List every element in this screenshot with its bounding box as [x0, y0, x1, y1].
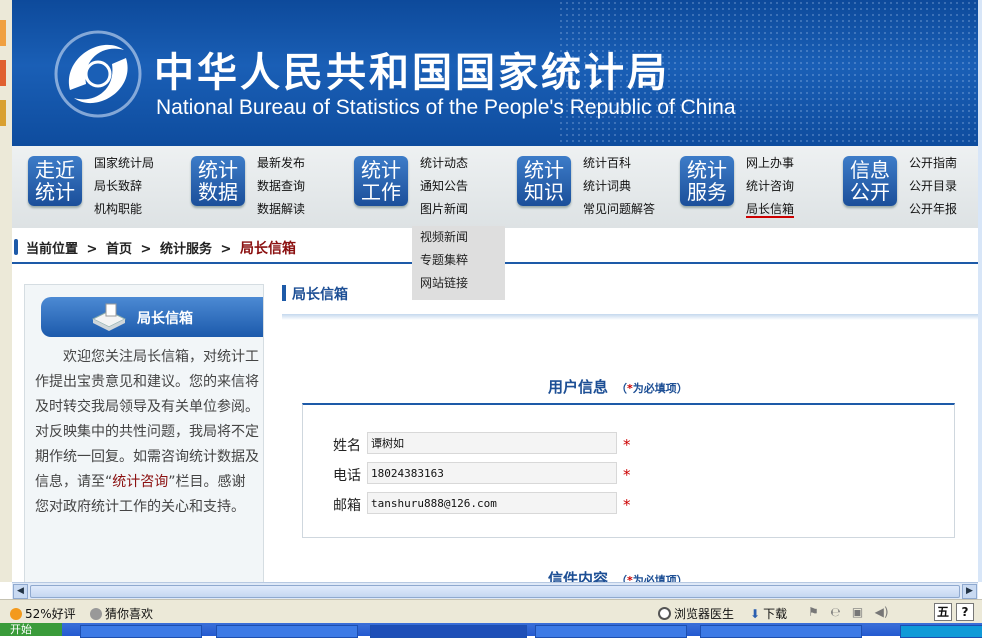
orange-icon: [10, 608, 22, 620]
help-icon[interactable]: ?: [956, 603, 974, 621]
breadcrumb-home[interactable]: 首页: [106, 242, 132, 257]
download-icon: ⬇: [750, 607, 761, 621]
email-label: 邮箱: [333, 498, 361, 514]
scroll-right-icon[interactable]: ▶: [962, 584, 977, 599]
horizontal-scrollbar[interactable]: ◀ ▶: [12, 582, 978, 600]
main-section-header: 局长信箱: [282, 280, 978, 320]
name-label: 姓名: [333, 438, 361, 454]
nav-link[interactable]: 统计动态: [420, 154, 468, 177]
mailbox-icon: [91, 303, 127, 331]
user-info-form: 姓名 谭树如 * 电话 18024383163 * 邮箱 tanshuru888…: [302, 403, 955, 538]
desktop-tab: [0, 100, 6, 126]
desktop-tab: [0, 20, 6, 46]
nav-box-knowledge[interactable]: 统计 知识: [517, 156, 571, 206]
nav-dropdown-menu: 视频新闻 专题集粹 网站链接: [412, 226, 505, 300]
dropdown-item[interactable]: 视频新闻: [412, 226, 505, 249]
site-header-banner: 中华人民共和国国家统计局 National Bureau of Statisti…: [12, 0, 978, 146]
nav-link[interactable]: 公开年报: [909, 200, 957, 223]
nav-link[interactable]: 通知公告: [420, 177, 468, 200]
nav-link[interactable]: 网上办事: [746, 154, 794, 177]
nav-link[interactable]: 数据查询: [257, 177, 305, 200]
taskbar-button[interactable]: [370, 625, 527, 638]
doctor-icon: [658, 607, 671, 620]
dropdown-item[interactable]: 专题集粹: [412, 249, 505, 272]
breadcrumb-label: 当前位置: [26, 242, 79, 257]
nav-box-about[interactable]: 走近 统计: [28, 156, 82, 206]
panel-header: 局长信箱: [41, 297, 263, 337]
site-title-english: National Bureau of Statistics of the Peo…: [156, 96, 736, 119]
nav-box-data[interactable]: 统计 数据: [191, 156, 245, 206]
nbs-logo-icon: [54, 30, 142, 118]
nav-link[interactable]: 国家统计局: [94, 154, 154, 177]
consult-link[interactable]: 统计咨询: [112, 474, 168, 490]
browser-status-bar: 52%好评 猜你喜欢 浏览器医生 ⬇ 下载 ⚑ ℮ ▣ ◀) 五 ?: [0, 599, 982, 624]
breadcrumb-service[interactable]: 统计服务: [160, 242, 212, 257]
windows-taskbar: 开始: [0, 623, 982, 638]
scrollbar-thumb[interactable]: [30, 585, 960, 598]
dropdown-item[interactable]: 网站链接: [412, 272, 505, 295]
nav-group-work: 统计 工作 统计动态 通知公告 图片新闻: [350, 154, 510, 220]
nav-link[interactable]: 最新发布: [257, 154, 305, 177]
user-info-heading: 用户信息 （*为必填项）: [548, 378, 688, 396]
required-mark: *: [623, 496, 631, 514]
breadcrumb-current: 局长信箱: [239, 241, 296, 257]
phone-input[interactable]: 18024383163: [367, 462, 617, 484]
browser-doctor[interactable]: 浏览器医生: [658, 605, 734, 622]
nav-link[interactable]: 数据解读: [257, 200, 305, 223]
breadcrumb-separator: >: [220, 242, 232, 257]
nav-link[interactable]: 统计咨询: [746, 177, 794, 200]
taskbar-button[interactable]: [535, 625, 687, 638]
nav-group-disclosure: 信息 公开 公开指南 公开目录 公开年报: [839, 154, 982, 220]
nav-link[interactable]: 统计词典: [583, 177, 655, 200]
nav-group-service: 统计 服务 网上办事 统计咨询 局长信箱: [676, 154, 836, 220]
scroll-left-icon[interactable]: ◀: [13, 584, 28, 599]
download-item[interactable]: ⬇ 下载: [750, 605, 787, 622]
site-title-chinese: 中华人民共和国国家统计局: [154, 50, 670, 96]
guess-item[interactable]: 猜你喜欢: [90, 605, 153, 622]
main-title: 局长信箱: [292, 287, 348, 303]
panel-title: 局长信箱: [137, 311, 193, 327]
intro-text: 欢迎您关注局长信箱，对统计工作提出宝贵意见和建议。您的来信将及时转交我局领导及有…: [35, 349, 259, 515]
name-input[interactable]: 谭树如: [367, 432, 617, 454]
breadcrumb-separator: >: [86, 242, 98, 257]
desktop-tab: [0, 60, 6, 86]
phone-label: 电话: [333, 468, 361, 484]
email-input[interactable]: tanshuru888@126.com: [367, 492, 617, 514]
nav-link[interactable]: 公开指南: [909, 154, 957, 177]
nav-group-about: 走近 统计 国家统计局 局长致辞 机构职能: [24, 154, 184, 220]
nav-box-work[interactable]: 统计 工作: [354, 156, 408, 206]
nav-link[interactable]: 公开目录: [909, 177, 957, 200]
nav-link[interactable]: 局长致辞: [94, 177, 154, 200]
taskbar-button[interactable]: [216, 625, 358, 638]
nav-box-disclosure[interactable]: 信息 公开: [843, 156, 897, 206]
vertical-scrollbar[interactable]: [978, 0, 982, 582]
nav-link[interactable]: 机构职能: [94, 200, 154, 223]
mailbox-intro-panel: 局长信箱 欢迎您关注局长信箱，对统计工作提出宝贵意见和建议。您的来信将及时转交我…: [24, 284, 264, 585]
nav-group-knowledge: 统计 知识 统计百科 统计词典 常见问题解答: [513, 154, 673, 220]
nav-link[interactable]: 图片新闻: [420, 200, 468, 223]
nav-group-data: 统计 数据 最新发布 数据查询 数据解读: [187, 154, 347, 220]
required-mark: *: [623, 436, 631, 454]
tool-icons[interactable]: ⚑ ℮ ▣ ◀): [808, 605, 889, 619]
system-tray: [900, 625, 982, 638]
rating-item[interactable]: 52%好评: [10, 605, 76, 622]
dot-icon: [90, 608, 102, 620]
nav-link[interactable]: 常见问题解答: [583, 200, 655, 223]
breadcrumb-separator: >: [140, 242, 152, 257]
required-mark: *: [623, 466, 631, 484]
start-button[interactable]: 开始: [0, 623, 62, 636]
ime-icon[interactable]: 五: [934, 603, 952, 621]
main-navigation: 走近 统计 国家统计局 局长致辞 机构职能 统计 数据 最新发布 数据查询 数据解读…: [12, 146, 978, 228]
nav-box-service[interactable]: 统计 服务: [680, 156, 734, 206]
taskbar-button[interactable]: [80, 625, 202, 638]
taskbar-button[interactable]: [700, 625, 862, 638]
nav-link[interactable]: 统计百科: [583, 154, 655, 177]
nav-link-active[interactable]: 局长信箱: [746, 200, 795, 218]
